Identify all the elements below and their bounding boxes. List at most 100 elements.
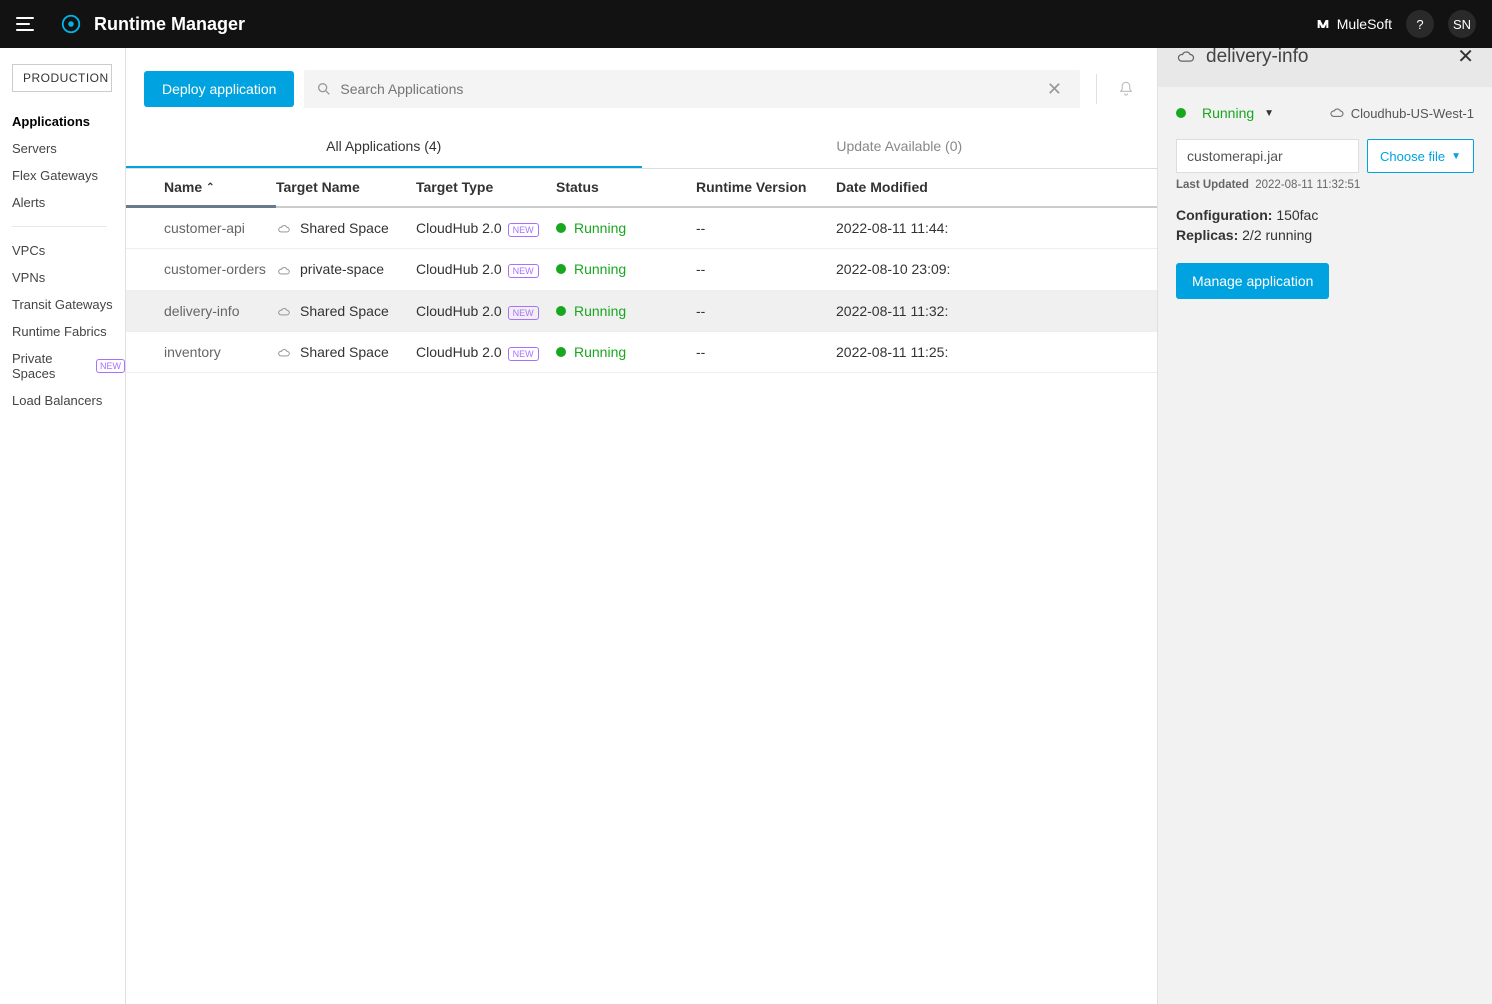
cell-type: CloudHub 2.0NEW (416, 303, 556, 319)
header-right: MuleSoft ? SN (1315, 10, 1476, 38)
col-date-modified[interactable]: Date Modified (836, 179, 1006, 196)
cloud-icon (276, 264, 294, 278)
app-title: Runtime Manager (94, 14, 245, 35)
cell-type: CloudHub 2.0NEW (416, 344, 556, 360)
app-header: Runtime Manager MuleSoft ? SN (0, 0, 1492, 48)
nav-vpcs[interactable]: VPCs (12, 237, 125, 264)
search-input[interactable] (332, 81, 1041, 97)
cell-date: 2022-08-11 11:25: (836, 344, 1006, 360)
table-body: customer-apiShared SpaceCloudHub 2.0NEWR… (126, 208, 1157, 373)
cloud-icon (276, 222, 294, 236)
table-row[interactable]: customer-apiShared SpaceCloudHub 2.0NEWR… (126, 208, 1157, 249)
panel-status-row: Running ▼ Cloudhub-US-West-1 (1176, 105, 1474, 121)
new-badge: NEW (508, 223, 539, 237)
status-dot-icon (556, 264, 566, 274)
search-box[interactable]: ✕ (304, 70, 1080, 108)
new-badge: NEW (508, 264, 539, 278)
panel-app-name: delivery-info (1206, 48, 1308, 68)
chevron-down-icon: ▼ (1451, 151, 1461, 162)
cloud-icon (276, 305, 294, 319)
manage-application-button[interactable]: Manage application (1176, 263, 1329, 299)
cell-target: Shared Space (276, 220, 416, 236)
choose-file-label: Choose file (1380, 149, 1445, 164)
file-name-box: customerapi.jar (1176, 139, 1359, 173)
cell-date: 2022-08-10 23:09: (836, 261, 1006, 277)
new-badge: NEW (508, 347, 539, 361)
location-text: Cloudhub-US-West-1 (1351, 106, 1474, 121)
status-text: Running (574, 261, 626, 277)
cell-name: customer-orders (126, 261, 276, 277)
cell-date: 2022-08-11 11:32: (836, 303, 1006, 319)
user-avatar[interactable]: SN (1448, 10, 1476, 38)
cell-runtime: -- (696, 344, 836, 360)
cloud-icon (276, 346, 294, 360)
nav-divider (12, 226, 107, 227)
deployment-location: Cloudhub-US-West-1 (1329, 105, 1474, 121)
clear-search-icon[interactable]: ✕ (1041, 79, 1068, 100)
status-dot-icon (556, 223, 566, 233)
cell-type: CloudHub 2.0NEW (416, 220, 556, 236)
cloud-icon (1329, 105, 1345, 121)
choose-file-button[interactable]: Choose file ▼ (1367, 139, 1474, 173)
new-badge: NEW (508, 306, 539, 320)
cell-status: Running (556, 344, 696, 360)
nav-flex-gateways[interactable]: Flex Gateways (12, 162, 125, 189)
table-row[interactable]: customer-ordersprivate-spaceCloudHub 2.0… (126, 249, 1157, 290)
brand-link[interactable]: MuleSoft (1315, 16, 1392, 32)
table-row[interactable]: inventoryShared SpaceCloudHub 2.0NEWRunn… (126, 332, 1157, 373)
nav-servers[interactable]: Servers (12, 135, 125, 162)
nav-load-balancers[interactable]: Load Balancers (12, 387, 125, 414)
toolbar-divider (1096, 74, 1097, 104)
nav-transit-gateways[interactable]: Transit Gateways (12, 291, 125, 318)
main-area: Deploy application ✕ All Applications (4… (126, 48, 1492, 1004)
sidebar: PRODUCTION Applications Servers Flex Gat… (0, 48, 126, 1004)
last-updated-value: 2022-08-11 11:32:51 (1255, 179, 1360, 191)
deploy-button[interactable]: Deploy application (144, 71, 294, 107)
col-name[interactable]: Name ⌃ (126, 179, 276, 208)
nav-private-spaces[interactable]: Private Spaces NEW (12, 345, 125, 387)
nav-runtime-fabrics[interactable]: Runtime Fabrics (12, 318, 125, 345)
status-text: Running (574, 303, 626, 319)
cell-runtime: -- (696, 303, 836, 319)
applications-table: Name ⌃ Target Name Target Type Status Ru… (126, 169, 1157, 373)
cell-status: Running (556, 261, 696, 277)
tabs: All Applications (4) Update Available (0… (126, 126, 1157, 169)
nav-secondary: VPCs VPNs Transit Gateways Runtime Fabri… (12, 237, 125, 414)
notifications-icon[interactable] (1113, 80, 1139, 98)
new-badge: NEW (96, 359, 125, 373)
sort-ascending-icon: ⌃ (206, 182, 214, 193)
panel-header: delivery-info ✕ (1158, 48, 1492, 87)
close-panel-icon[interactable]: ✕ (1457, 48, 1474, 69)
chevron-down-icon: ▼ (1264, 108, 1274, 119)
nav-alerts[interactable]: Alerts (12, 189, 125, 216)
table-row[interactable]: delivery-infoShared SpaceCloudHub 2.0NEW… (126, 291, 1157, 332)
col-runtime-version[interactable]: Runtime Version (696, 179, 836, 196)
replicas-value: 2/2 running (1242, 227, 1312, 243)
tab-update-available[interactable]: Update Available (0) (642, 126, 1158, 168)
cell-target: Shared Space (276, 303, 416, 319)
last-updated: Last Updated 2022-08-11 11:32:51 (1176, 179, 1474, 191)
nav-private-spaces-label: Private Spaces (12, 351, 90, 381)
col-target-type[interactable]: Target Type (416, 179, 556, 196)
environment-selector[interactable]: PRODUCTION (12, 64, 112, 92)
help-button[interactable]: ? (1406, 10, 1434, 38)
last-updated-label: Last Updated (1176, 179, 1249, 191)
configuration-value: 150fac (1276, 207, 1318, 223)
status-text: Running (574, 220, 626, 236)
status-dot-icon (1176, 108, 1186, 118)
status-dropdown[interactable]: Running ▼ (1176, 105, 1274, 121)
panel-title: delivery-info (1176, 48, 1308, 68)
nav-applications[interactable]: Applications (12, 108, 125, 135)
col-status[interactable]: Status (556, 179, 696, 196)
replicas-label: Replicas: (1176, 227, 1238, 243)
tab-all-applications[interactable]: All Applications (4) (126, 126, 642, 168)
cell-runtime: -- (696, 261, 836, 277)
cell-name: delivery-info (126, 303, 276, 319)
search-icon (316, 81, 332, 97)
nav-vpns[interactable]: VPNs (12, 264, 125, 291)
content-area: Deploy application ✕ All Applications (4… (126, 48, 1157, 1004)
detail-panel: delivery-info ✕ Running ▼ Cloudhub-US-We… (1157, 48, 1492, 1004)
col-target-name[interactable]: Target Name (276, 179, 416, 196)
menu-toggle-icon[interactable] (16, 12, 40, 36)
cell-name: inventory (126, 344, 276, 360)
